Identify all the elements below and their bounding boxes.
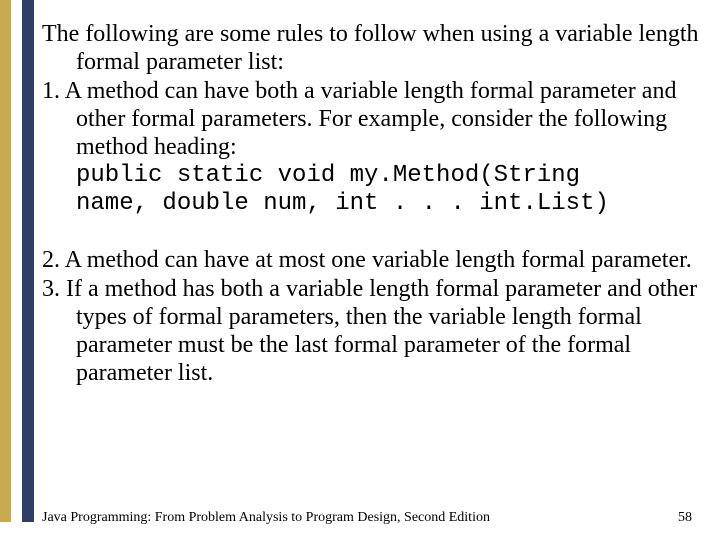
stripe-navy xyxy=(22,0,34,522)
intro-text: The following are some rules to follow w… xyxy=(42,20,702,77)
rule-1-num: 1. xyxy=(42,78,60,104)
stripe-gold xyxy=(0,0,11,522)
rule-1-text: A method can have both a variable length… xyxy=(65,78,677,161)
stripe-white xyxy=(11,0,22,522)
rule-2-text: A method can have at most one variable l… xyxy=(65,247,692,273)
footer: Java Programming: From Problem Analysis … xyxy=(42,510,702,526)
rule-3: 3. If a method has both a variable lengt… xyxy=(42,275,702,388)
slide: The following are some rules to follow w… xyxy=(0,0,720,540)
rule-3-text: If a method has both a variable length f… xyxy=(66,276,697,387)
content-area: The following are some rules to follow w… xyxy=(42,20,702,388)
side-stripe xyxy=(0,0,34,522)
code-line-1: public static void my.Method(String xyxy=(42,162,702,190)
rule-2-num: 2. xyxy=(42,247,60,273)
spacer xyxy=(42,218,702,246)
rule-3-num: 3. xyxy=(42,276,60,302)
code-line-2: name, double num, int . . . int.List) xyxy=(42,190,702,218)
rule-1: 1. A method can have both a variable len… xyxy=(42,77,702,162)
footer-title: Java Programming: From Problem Analysis … xyxy=(42,510,490,525)
rule-2: 2. A method can have at most one variabl… xyxy=(42,246,702,274)
page-number: 58 xyxy=(678,510,692,526)
